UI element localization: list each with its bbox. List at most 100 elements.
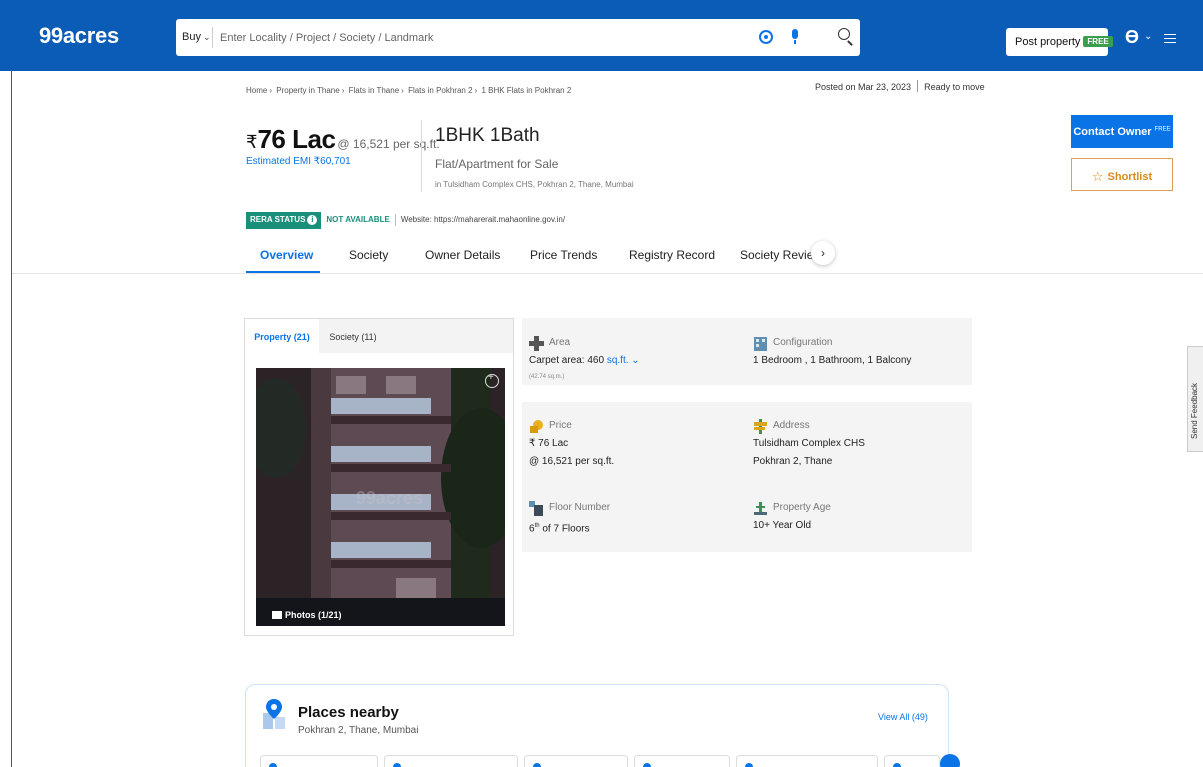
tab-society[interactable]: Society — [349, 248, 388, 262]
info-icon[interactable]: i — [307, 215, 318, 225]
possession-status: Ready to move — [924, 82, 985, 92]
rera-website: Website: https://maharerait.mahaonline.g… — [400, 215, 566, 224]
rera-status-bar: RERA STATUS i NOT AVAILABLE Website: https:… — [246, 212, 570, 229]
image-icon — [272, 611, 282, 619]
price-detail-value: ₹ 76 Lac — [529, 438, 569, 449]
price-detail-per-sqft: @ 16,521 per sq.ft. — [529, 456, 615, 467]
places-nearby-subtitle: Pokhran 2, Thane, Mumbai — [298, 725, 419, 736]
building-icon — [754, 337, 767, 351]
place-chip[interactable] — [884, 755, 940, 767]
rera-label: RERA STATUS — [250, 215, 306, 224]
place-chip[interactable] — [260, 755, 378, 767]
tab-owner-details[interactable]: Owner Details — [425, 248, 500, 262]
top-header: 99acres Buy⌄ Post propertyFREE ϴ ⌄ — [0, 0, 1203, 71]
places-nearby-title: Places nearby — [298, 704, 399, 721]
estimated-emi-link[interactable]: Estimated EMI ₹60,701 — [246, 156, 351, 167]
unit-dropdown[interactable]: sq.ft. ⌄ — [607, 355, 640, 366]
place-chip[interactable] — [634, 755, 730, 767]
contact-owner-label: Contact Owner — [1073, 126, 1152, 138]
price-value: 76 Lac — [257, 124, 336, 154]
free-badge: FREE — [1083, 36, 1113, 47]
gallery-tab-property[interactable]: Property (21) — [245, 319, 319, 353]
area-sub: (42.74 sq.m.) — [529, 374, 565, 380]
search-input[interactable] — [220, 24, 740, 51]
hamburger-menu-icon[interactable] — [1164, 34, 1176, 43]
site-logo[interactable]: 99acres — [39, 23, 119, 49]
search-bar: Buy ⌄ — [176, 19, 860, 56]
search-icon[interactable] — [836, 27, 856, 47]
location-icon[interactable] — [759, 30, 773, 44]
rera-status: NOT AVAILABLE — [326, 215, 390, 224]
posted-date: Posted on Mar 23, 2023 — [815, 82, 912, 92]
floor-label: Floor Number — [549, 502, 611, 513]
zoom-icon[interactable] — [485, 372, 499, 388]
send-feedback-label: Send Feedback — [1190, 382, 1199, 439]
rupee-symbol: ₹ — [246, 132, 258, 152]
user-icon[interactable]: ϴ — [1125, 27, 1139, 48]
buy-dropdown[interactable]: Buy ⌄ — [182, 31, 211, 43]
places-nearby-card: Places nearby Pokhran 2, Thane, Mumbai V… — [245, 684, 960, 767]
breadcrumb-item[interactable]: Property in Thane — [276, 86, 339, 95]
gallery-tab-society[interactable]: Society (11) — [319, 319, 387, 353]
property-age-value: 10+ Year Old — [753, 520, 812, 531]
property-photo[interactable]: 99acres Photos (1/21) — [256, 368, 505, 626]
price-per-sqft: @ 16,521 per sq.ft. — [337, 137, 440, 151]
map-pin-icon — [263, 699, 285, 729]
view-all-link[interactable]: View All (49) — [878, 712, 928, 722]
area-value: Carpet area: 460 sq.ft. ⌄ — [529, 355, 640, 366]
gallery-tabs: Property (21) Society (11) — [245, 319, 513, 353]
tabs-divider — [12, 273, 1203, 274]
configuration-label: Configuration — [773, 337, 833, 348]
tab-overview[interactable]: Overview — [260, 248, 313, 262]
floor-value: 6th of 7 Floors — [529, 523, 590, 535]
listing-meta: Posted on Mar 23, 2023 Ready to move — [815, 80, 985, 92]
microphone-icon[interactable] — [790, 29, 800, 46]
breadcrumb-item[interactable]: Home — [246, 86, 267, 95]
building-photo: 99acres — [256, 368, 505, 626]
buy-label: Buy — [182, 31, 201, 43]
breadcrumb-item[interactable]: Flats in Pokhran 2 — [408, 86, 472, 95]
post-property-button[interactable]: Post property FREE — [1006, 28, 1113, 56]
rera-badge: RERA STATUS i — [246, 212, 322, 229]
address-line-1: Tulsidham Complex CHS — [753, 438, 865, 449]
breadcrumb: Home › Property in Thane › Flats in Thane ›… — [246, 86, 572, 95]
property-config-title: 1BHK 1Bath — [435, 125, 540, 146]
place-chip[interactable] — [736, 755, 878, 767]
property-type: Flat/Apartment for Sale — [435, 157, 559, 171]
unit-label: sq.ft. — [606, 355, 629, 366]
contact-owner-button[interactable]: Contact Owner FREE — [1071, 115, 1173, 148]
area-label: Area — [549, 337, 571, 348]
photos-count[interactable]: Photos (1/21) — [272, 610, 342, 620]
post-property-label: Post property — [1015, 36, 1081, 48]
place-chip[interactable] — [524, 755, 628, 767]
photo-gallery: Property (21) Society (11) 99acres + Pho… — [244, 318, 514, 636]
tab-registry-record[interactable]: Registry Record — [629, 248, 715, 262]
place-chip[interactable] — [384, 755, 518, 767]
tab-price-trends[interactable]: Price Trends — [530, 248, 597, 262]
details-row-1 — [522, 318, 972, 385]
age-icon — [754, 502, 767, 515]
shortlist-label: Shortlist — [1107, 171, 1153, 183]
search-divider — [212, 27, 213, 48]
area-icon — [529, 336, 544, 351]
divider — [421, 120, 422, 192]
svg-text:99acres: 99acres — [356, 488, 423, 508]
shortlist-button[interactable]: ☆ Shortlist — [1071, 158, 1173, 191]
page-frame-border — [11, 71, 12, 767]
chevron-down-icon[interactable]: ⌄ — [1144, 31, 1152, 42]
star-icon: ☆ — [1091, 169, 1104, 184]
configuration-value: 1 Bedroom , 1 Bathroom, 1 Balcony — [753, 355, 912, 366]
price-label: Price — [549, 420, 572, 431]
property-age-label: Property Age — [773, 502, 831, 513]
chevron-right-icon[interactable] — [940, 754, 960, 767]
signpost-icon — [754, 419, 767, 434]
price-heading: ₹76 Lac @ 16,521 per sq.ft. — [246, 124, 440, 155]
free-badge: FREE — [1154, 126, 1171, 133]
send-feedback-tab[interactable]: Send Feedback — [1187, 346, 1203, 452]
breadcrumb-item[interactable]: Flats in Thane — [349, 86, 400, 95]
breadcrumb-item[interactable]: 1 BHK Flats in Pokhran 2 — [481, 86, 571, 95]
chevron-right-icon[interactable]: › — [811, 241, 835, 265]
floor-icon — [529, 501, 543, 516]
price-tag-icon — [530, 420, 543, 433]
chevron-down-icon: ⌄ — [202, 32, 211, 42]
